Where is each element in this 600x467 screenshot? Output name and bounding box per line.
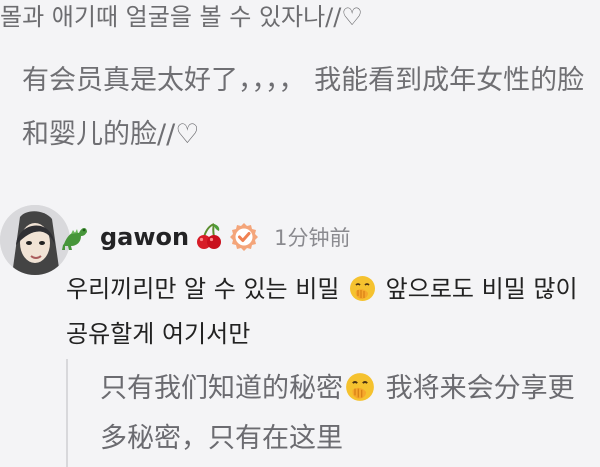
post-translation: 有会员真是太好了，，，， 我能看到成年女性的脸和婴儿的脸//♡ xyxy=(22,65,585,150)
face-with-hand-over-mouth-emoji xyxy=(350,276,376,301)
dinosaur-icon xyxy=(62,228,87,250)
comment-header: gawon 1分钟前 xyxy=(60,219,351,255)
translation-quote: 只有我们知道的秘密 我将来会分享更多秘密，只有在这里 xyxy=(66,359,594,467)
comment-translation-before-emoji: 只有我们知道的秘密 xyxy=(100,373,343,404)
comment-item: gawon 1分钟前 우리끼리만 알 수 있는 비밀 앞으로도 비밀 많이 공유… xyxy=(0,205,600,467)
comment-text: 우리끼리만 알 수 있는 비밀 앞으로도 비밀 많이 공유할게 여기서만 xyxy=(66,267,596,357)
cherries-icon xyxy=(197,223,222,249)
face-with-hand-over-mouth-emoji xyxy=(346,373,374,401)
username[interactable]: gawon xyxy=(100,223,189,251)
comment-text-before-emoji: 우리끼리만 알 수 있는 비밀 xyxy=(66,275,348,303)
verified-badge-icon xyxy=(230,223,259,251)
comment-time: 1分钟前 xyxy=(274,226,351,250)
comment-translation: 只有我们知道的秘密 我将来会分享更多秘密，只有在这里 xyxy=(100,364,590,464)
post-partial-line: 몰과 애기때 얼굴을 볼 수 있자나//♡ xyxy=(0,3,363,31)
